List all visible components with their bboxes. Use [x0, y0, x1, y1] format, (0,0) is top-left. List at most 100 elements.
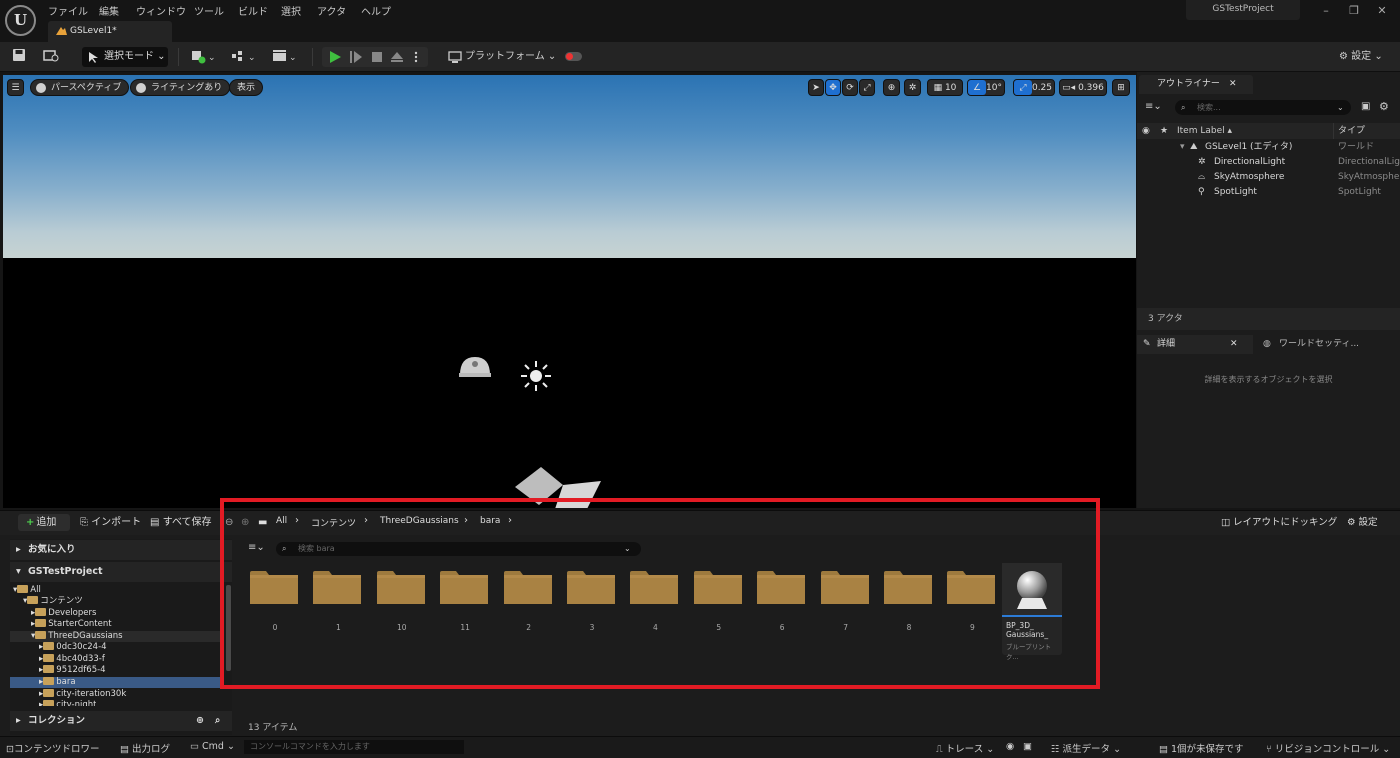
tree-item-threedgaussians[interactable]: ▾ ThreeDGaussians: [10, 631, 224, 642]
favorites-header[interactable]: ▸ お気に入り: [10, 540, 232, 560]
chevron-down-icon: ⌄: [1379, 744, 1391, 755]
menu-build[interactable]: ビルド: [238, 3, 268, 18]
menu-file[interactable]: ファイル: [48, 3, 88, 18]
surface-snap-icon[interactable]: ✲: [904, 79, 921, 96]
maximize-viewport-icon[interactable]: ⊞: [1112, 79, 1130, 96]
scale-snap-button[interactable]: ⤢ 0.25: [1013, 79, 1055, 96]
outliner-settings-gear-icon[interactable]: ⚙: [1379, 100, 1389, 113]
grid-snap-button[interactable]: ▦ 10: [927, 79, 963, 96]
visibility-eye-icon[interactable]: ◉: [1142, 123, 1150, 139]
tree-item-content[interactable]: ▾ コンテンツ: [23, 596, 83, 607]
tree-item-startercontent[interactable]: ▸ StarterContent: [31, 619, 112, 630]
record-icon[interactable]: ◉: [1006, 741, 1014, 752]
details-tab[interactable]: ✎ 詳細 ✕: [1137, 335, 1253, 354]
selection-mode-button[interactable]: 選択モード ⌄: [82, 47, 168, 67]
add-button[interactable]: + 追加: [18, 514, 70, 531]
outliner-row[interactable]: ⚲ SpotLight SpotLight: [1137, 185, 1400, 199]
camera-speed-button[interactable]: ▭◂ 0.396: [1059, 79, 1107, 96]
folder-icon: [17, 585, 29, 593]
cmd-button[interactable]: ▭ Cmd ⌄: [190, 741, 235, 752]
outliner-row[interactable]: ▾ ⛰ GSLevel1 (エディタ) ワールド: [1137, 140, 1400, 154]
derived-data-button[interactable]: ☷ 派生データ ⌄: [1051, 741, 1121, 755]
cinematics-menu-icon[interactable]: ⌄: [272, 48, 298, 66]
perspective-button[interactable]: パースペクティブ: [30, 79, 130, 96]
collections-label: コレクション: [28, 715, 86, 726]
level-viewport[interactable]: ☰ パースペクティブ ライティングあり 表示 ➤ ✥ ⟳ ⤢ ⊕ ✲ ▦ 10 …: [3, 75, 1136, 508]
show-button[interactable]: 表示: [229, 79, 264, 96]
scale-tool-icon[interactable]: ⤢: [859, 79, 875, 96]
project-header[interactable]: ▾ GSTestProject: [10, 562, 232, 582]
blueprint-menu-icon[interactable]: ⌄: [231, 48, 257, 66]
expand-arrow-icon[interactable]: ▾: [1180, 140, 1185, 154]
step-icon[interactable]: [349, 50, 363, 64]
close-icon[interactable]: ✕: [1229, 75, 1237, 94]
tree-item-folder[interactable]: ▸ city-night: [39, 700, 96, 706]
output-log-button[interactable]: ▤ 出力ログ: [120, 741, 170, 755]
content-drawer-button[interactable]: ⊡コンテンツドロワー: [6, 741, 99, 755]
console-input[interactable]: コンソールコマンドを入力します: [244, 740, 464, 754]
unreal-logo-icon[interactable]: U: [5, 5, 36, 36]
outliner-row[interactable]: ⌓ SkyAtmosphere SkyAtmosphe: [1137, 170, 1400, 184]
viewport-menu-button[interactable]: ☰: [7, 79, 24, 96]
sky-atmosphere-small-icon: ⌓: [1198, 172, 1206, 182]
restore-button[interactable]: ❐: [1346, 5, 1362, 18]
tree-item-bara-selected[interactable]: ▸ bara: [10, 677, 224, 688]
toolbar-divider: [178, 48, 179, 66]
add-folder-icon[interactable]: ▣: [1361, 101, 1370, 112]
more-options-icon[interactable]: [412, 50, 420, 64]
translate-tool-icon[interactable]: ✥: [825, 79, 841, 96]
tree-item-all[interactable]: ▾ All: [13, 585, 41, 596]
world-settings-tab[interactable]: ◍ ワールドセッティ...: [1257, 335, 1400, 354]
platform-button[interactable]: プラットフォーム ⌄: [448, 48, 556, 66]
add-collection-icon[interactable]: ⊕: [196, 711, 204, 731]
menu-select[interactable]: 選択: [281, 3, 301, 18]
tree-item-folder[interactable]: ▸ city-iteration30k: [39, 689, 126, 700]
revision-control-button[interactable]: ⑂ リビジョンコントロール ⌄: [1266, 741, 1390, 755]
menu-edit[interactable]: 編集: [99, 3, 119, 18]
star-icon[interactable]: ★: [1160, 123, 1168, 139]
rotate-tool-icon[interactable]: ⟳: [842, 79, 858, 96]
outliner-search-input[interactable]: ⌕ 検索... ⌄: [1175, 100, 1351, 115]
search-icon[interactable]: ⌕: [215, 711, 220, 731]
add-actor-icon[interactable]: ⌄: [190, 48, 216, 66]
tree-item-folder[interactable]: ▸ 0dc30c24-4: [39, 642, 107, 653]
collections-header[interactable]: ▸ コレクション ⊕ ⌕: [10, 711, 232, 731]
eject-icon[interactable]: [390, 50, 404, 64]
directional-light-icon[interactable]: [519, 359, 553, 395]
rotation-snap-button[interactable]: ∠ 10°: [967, 79, 1005, 96]
sky-atmosphere-icon[interactable]: [456, 351, 494, 379]
play-icon[interactable]: [328, 50, 342, 64]
stop-icon[interactable]: [370, 50, 384, 64]
save-icon[interactable]: [12, 48, 26, 66]
menu-tools[interactable]: ツール: [194, 3, 224, 18]
level-tab[interactable]: GSLevel1*: [48, 21, 172, 42]
unsaved-button[interactable]: ▤ 1個が未保存です: [1159, 741, 1244, 755]
outliner-row[interactable]: ✲ DirectionalLight DirectionalLig: [1137, 155, 1400, 169]
dock-in-layout-button[interactable]: ◫ レイアウトにドッキング: [1221, 515, 1337, 531]
screenshot-icon[interactable]: ▣: [1023, 741, 1032, 752]
content-settings-button[interactable]: ⚙ 設定: [1347, 515, 1378, 531]
menu-actor[interactable]: アクタ: [317, 3, 346, 18]
content-browser-icon[interactable]: [43, 48, 59, 66]
select-tool-icon[interactable]: ➤: [808, 79, 824, 96]
toolbar-settings-button[interactable]: ⚙ 設定 ⌄: [1339, 48, 1383, 66]
close-icon[interactable]: ✕: [1230, 335, 1238, 354]
trace-button[interactable]: ⎍ トレース ⌄: [936, 741, 994, 755]
close-window-button[interactable]: ✕: [1374, 5, 1390, 18]
minimize-button[interactable]: –: [1318, 5, 1334, 18]
menu-window[interactable]: ウィンドウ: [136, 3, 186, 18]
folder-icon: [35, 619, 47, 627]
menu-help[interactable]: ヘルプ: [361, 3, 391, 18]
column-type[interactable]: タイプ: [1333, 123, 1365, 139]
record-toggle[interactable]: [565, 52, 582, 61]
save-all-button[interactable]: ▤ すべて保存: [150, 515, 212, 531]
tree-item-folder[interactable]: ▸ 4bc40d33-f: [39, 654, 105, 665]
lighting-button[interactable]: ライティングあり: [130, 79, 231, 96]
tree-item-folder[interactable]: ▸ 9512df65-4: [39, 665, 106, 676]
import-button[interactable]: ⎘ インポート: [80, 515, 141, 531]
column-item-label[interactable]: Item Label ▴: [1177, 123, 1232, 139]
tree-item-developers[interactable]: ▸ Developers: [31, 608, 96, 619]
world-space-icon[interactable]: ⊕: [883, 79, 900, 96]
outliner-tab[interactable]: アウトライナー ✕: [1139, 75, 1253, 94]
filter-icon[interactable]: ≡⌄: [1145, 101, 1162, 112]
